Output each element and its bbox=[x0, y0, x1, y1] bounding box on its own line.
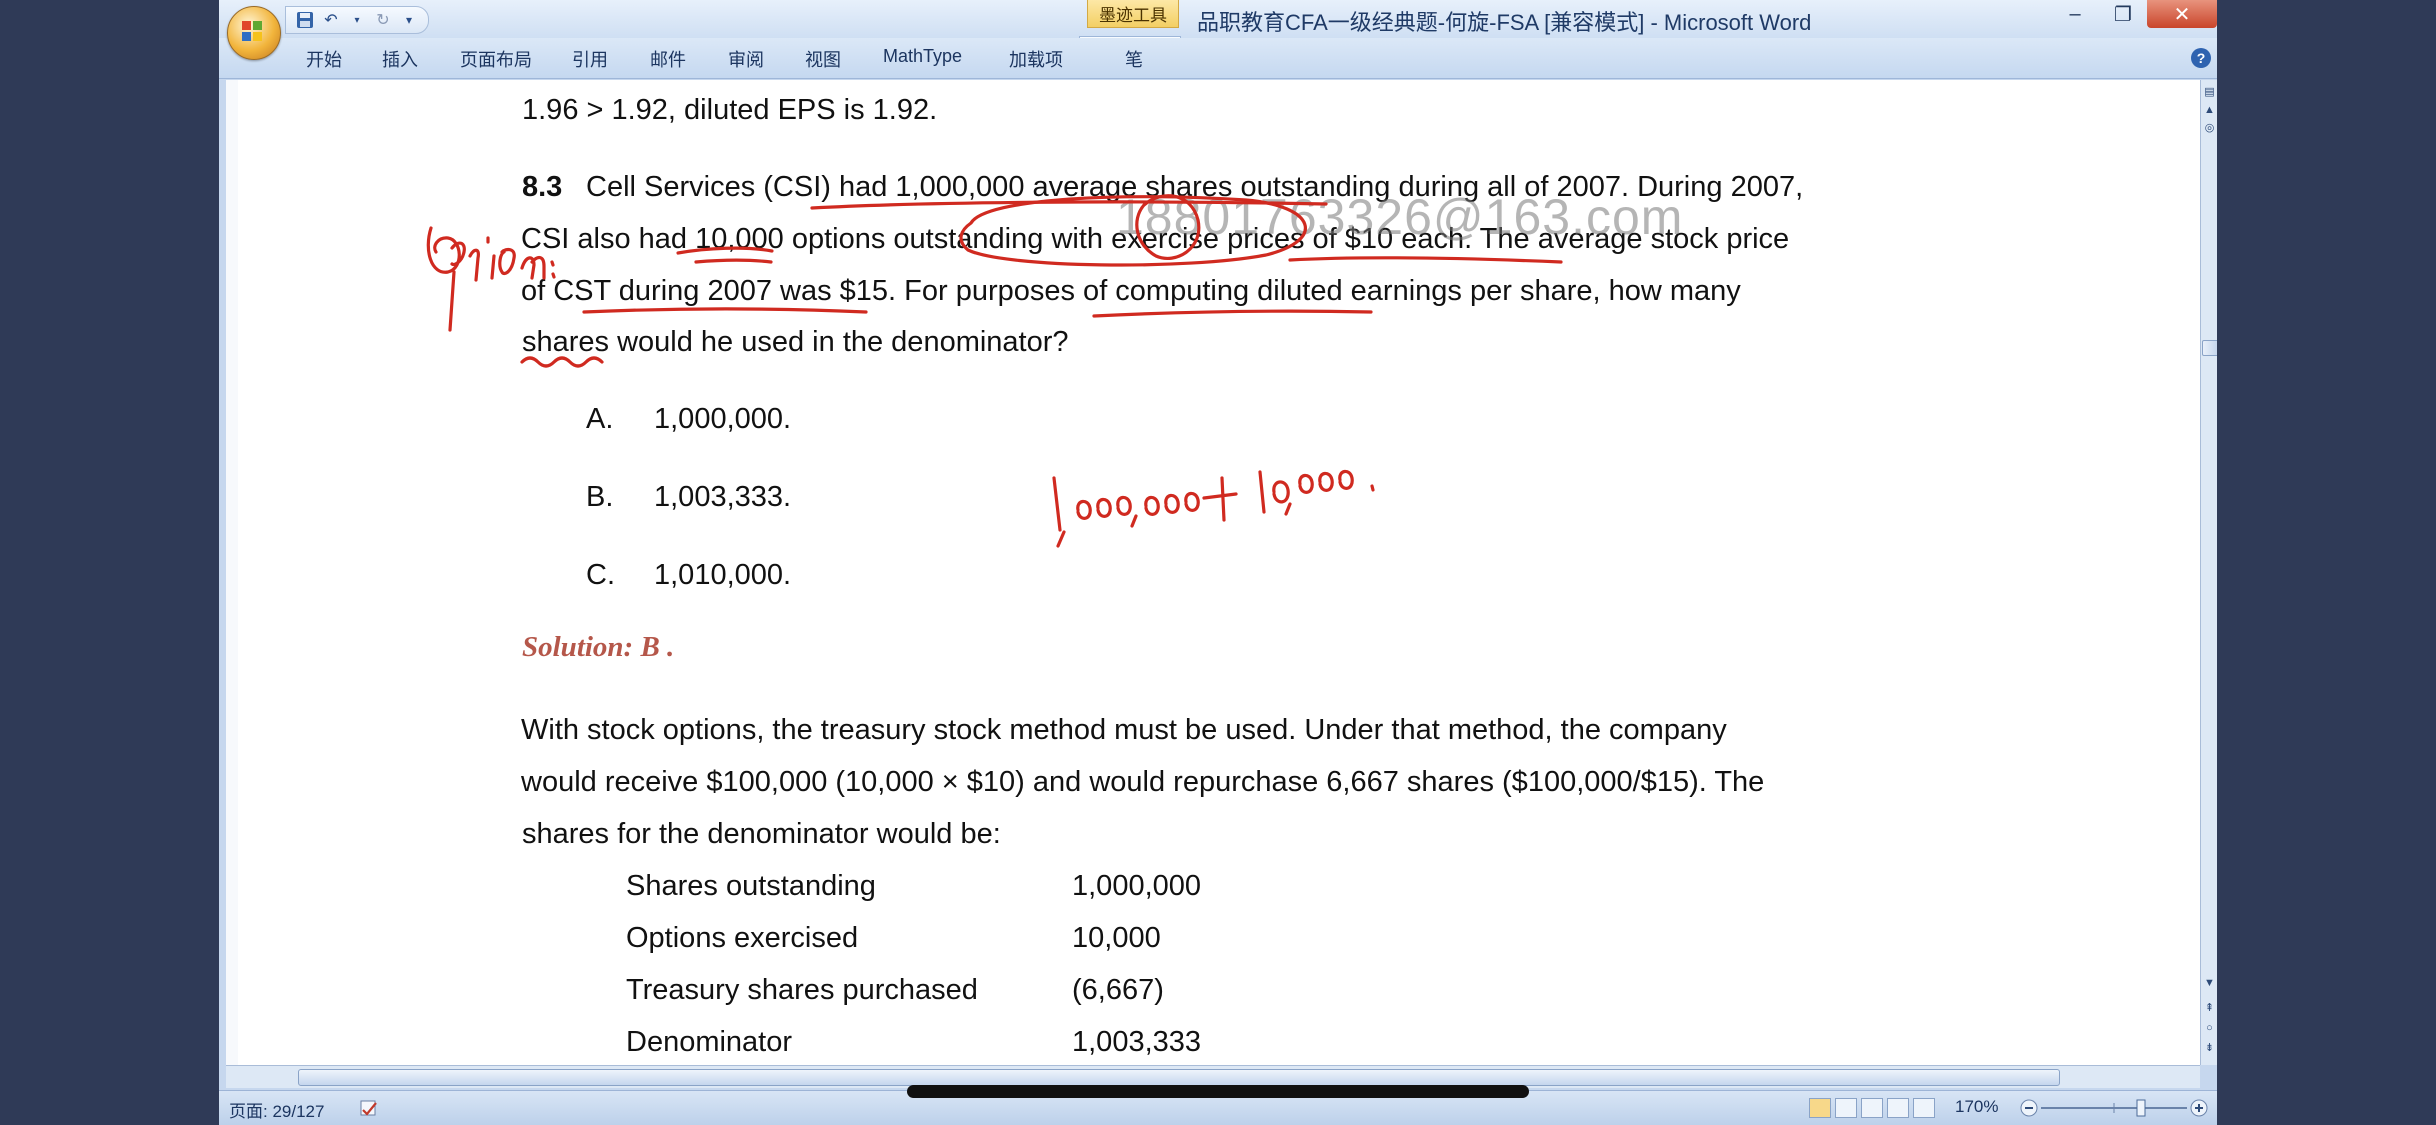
ink-annotations-layer bbox=[426, 194, 1563, 548]
page-count[interactable]: 页面: 29/127 bbox=[229, 1097, 324, 1122]
ink-note-option bbox=[426, 226, 556, 332]
web-layout-view-icon[interactable] bbox=[1861, 1098, 1883, 1118]
ink-oval-exercise-price bbox=[959, 195, 1307, 267]
tab-addins[interactable]: 加载项 bbox=[1009, 46, 1063, 72]
ink-wavy-shares bbox=[520, 356, 604, 368]
office-button[interactable] bbox=[227, 6, 281, 60]
ruler-toggle-icon[interactable]: ▤ bbox=[2202, 84, 2217, 99]
tab-references[interactable]: 引用 bbox=[572, 46, 608, 72]
ink-underline-cst bbox=[582, 307, 868, 314]
word-window: ↶ ▾ ↻ ▾ 墨迹工具 品职教育CFA一级经典题-何旋-FSA [兼容模式] … bbox=[219, 0, 2217, 1125]
scroll-down-icon[interactable]: ▼ bbox=[2202, 975, 2217, 990]
close-button[interactable]: ✕ bbox=[2147, 0, 2217, 28]
previous-page-icon[interactable]: ⇞ bbox=[2202, 1000, 2217, 1015]
window-title: 品职教育CFA一级经典题-何旋-FSA [兼容模式] - Microsoft W… bbox=[1197, 10, 1812, 35]
vertical-scrollbar[interactable]: ▤ ▲ ◎ ▼ ⇞ ○ ⇟ bbox=[2200, 80, 2217, 1065]
ink-underline-diluted bbox=[1092, 309, 1373, 318]
customize-qat-icon[interactable]: ▾ bbox=[400, 11, 418, 29]
document-page[interactable]: 1.96 > 1.92, diluted EPS is 1.92. 8.3 Ce… bbox=[226, 80, 2200, 1065]
minimize-button[interactable]: – bbox=[2051, 0, 2099, 28]
help-icon[interactable]: ? bbox=[2191, 48, 2211, 68]
ink-circle-ten bbox=[1135, 194, 1201, 260]
zoom-level[interactable]: 170% bbox=[1955, 1097, 1998, 1117]
quick-access-toolbar: ↶ ▾ ↻ ▾ bbox=[285, 6, 429, 34]
print-layout-view-icon[interactable] bbox=[1809, 1098, 1831, 1118]
select-browse-object-icon[interactable]: ○ bbox=[2202, 1020, 2217, 1035]
tab-insert[interactable]: 插入 bbox=[382, 46, 418, 72]
window-controls: – ❐ ✕ bbox=[2051, 0, 2217, 30]
proofing-icon[interactable] bbox=[359, 1098, 379, 1118]
title-bar: ↶ ▾ ↻ ▾ 墨迹工具 品职教育CFA一级经典题-何旋-FSA [兼容模式] … bbox=[219, 0, 2217, 38]
ink-icon[interactable]: ◎ bbox=[2202, 120, 2217, 135]
ink-underline-shares bbox=[810, 200, 1328, 210]
save-icon[interactable] bbox=[296, 11, 314, 29]
redo-icon[interactable]: ↻ bbox=[374, 11, 392, 29]
next-page-icon[interactable]: ⇟ bbox=[2202, 1040, 2217, 1055]
view-buttons bbox=[1809, 1098, 1935, 1118]
tab-pen[interactable]: 笔 bbox=[1125, 46, 1143, 72]
horizontal-scroll-thumb[interactable] bbox=[298, 1069, 2060, 1086]
ribbon-tabs: 开始 插入 页面布局 引用 邮件 审阅 视图 MathType 加载项 笔 ? bbox=[219, 38, 2217, 79]
scroll-up-icon[interactable]: ▲ bbox=[2202, 102, 2217, 117]
full-screen-reading-view-icon[interactable] bbox=[1835, 1098, 1857, 1118]
home-indicator bbox=[907, 1085, 1529, 1098]
outline-view-icon[interactable] bbox=[1887, 1098, 1909, 1118]
ink-underline-options bbox=[676, 246, 774, 264]
tab-review[interactable]: 审阅 bbox=[728, 46, 764, 72]
tab-view[interactable]: 视图 bbox=[805, 46, 841, 72]
chevron-down-icon[interactable]: ▾ bbox=[348, 11, 366, 29]
draft-view-icon[interactable] bbox=[1913, 1098, 1935, 1118]
ink-tools-contextual-tab[interactable]: 墨迹工具 bbox=[1087, 0, 1179, 28]
undo-icon[interactable]: ↶ bbox=[322, 11, 340, 29]
restore-button[interactable]: ❐ bbox=[2099, 0, 2147, 28]
tab-page-layout[interactable]: 页面布局 bbox=[460, 46, 532, 72]
tab-mailings[interactable]: 邮件 bbox=[650, 46, 686, 72]
tab-mathtype[interactable]: MathType bbox=[883, 46, 962, 67]
tab-home[interactable]: 开始 bbox=[306, 46, 342, 72]
vertical-scroll-thumb[interactable] bbox=[2202, 340, 2217, 356]
zoom-slider[interactable] bbox=[2019, 1098, 2209, 1118]
ink-underline-average bbox=[1288, 256, 1563, 264]
ink-note-sum bbox=[1052, 469, 1375, 548]
